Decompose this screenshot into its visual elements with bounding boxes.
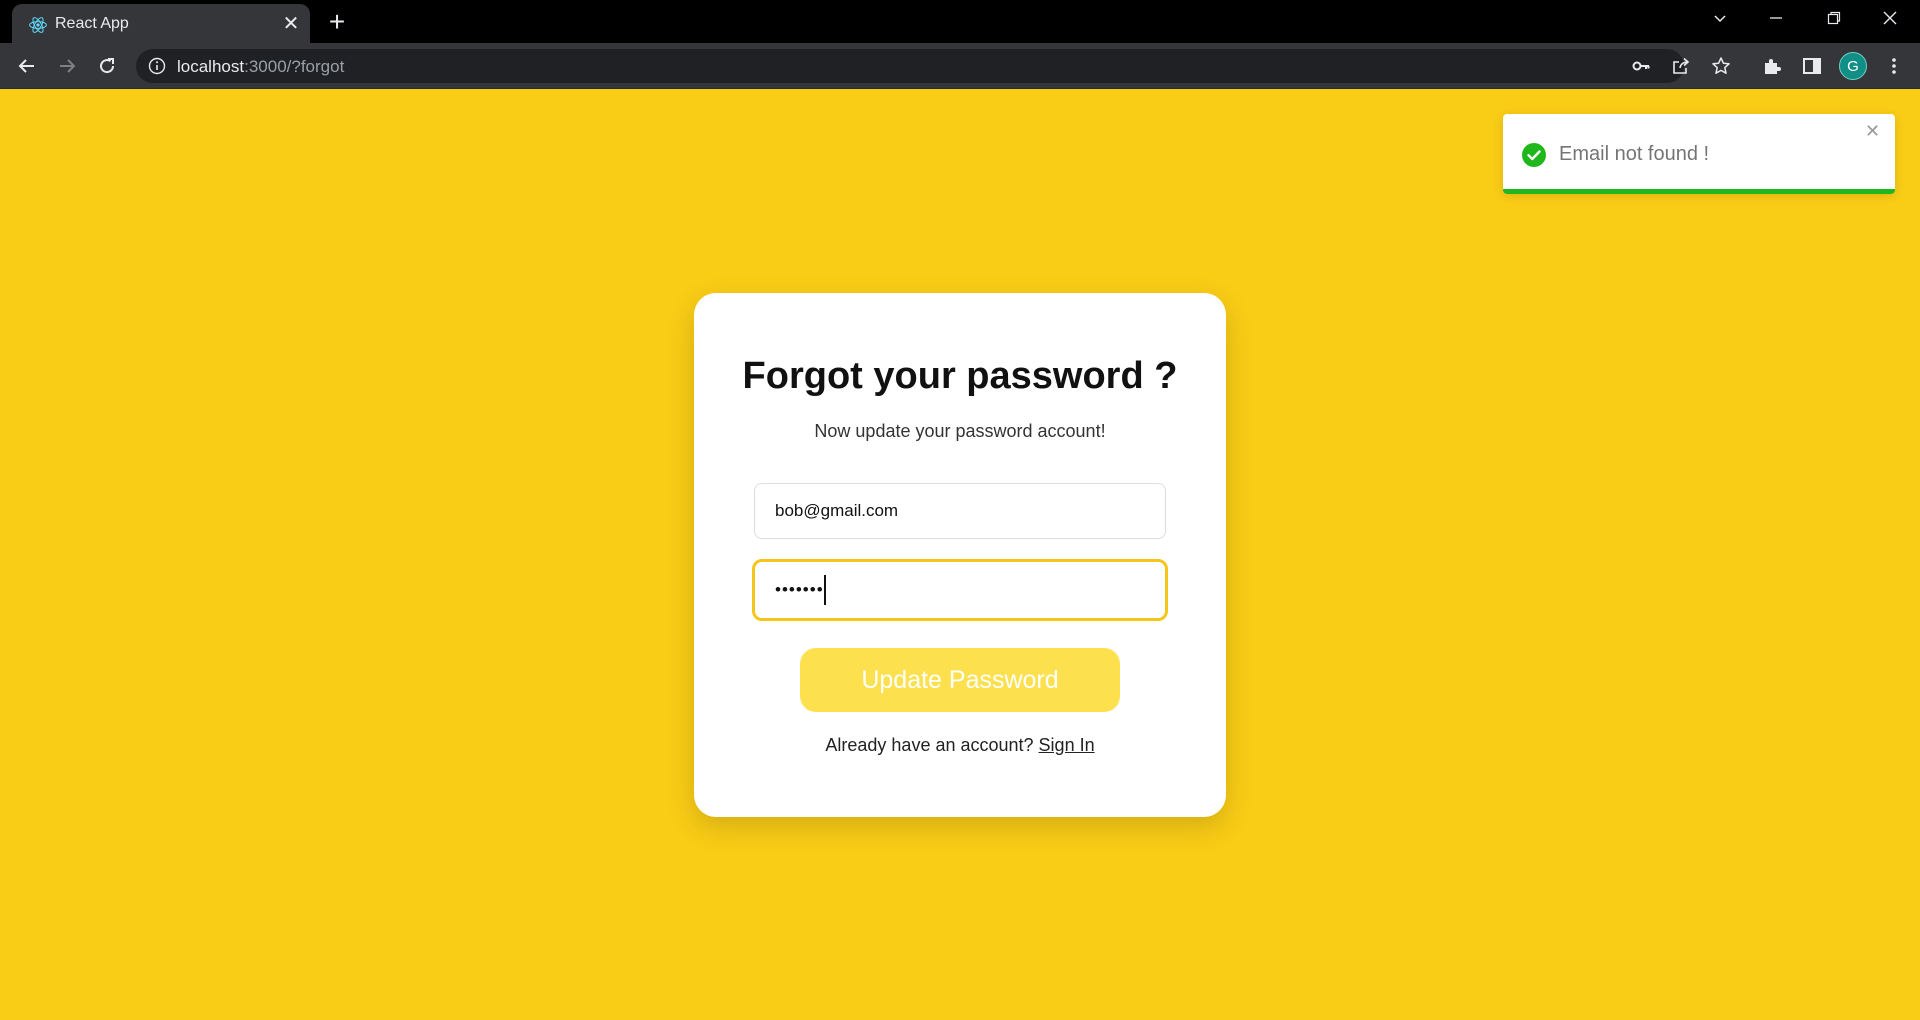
update-password-button[interactable]: Update Password	[800, 648, 1120, 712]
text-cursor	[824, 575, 826, 605]
tab-title: React App	[55, 15, 129, 32]
browser-toolbar: localhost:3000/?forgot G	[0, 43, 1920, 89]
new-tab-icon[interactable]: +	[324, 8, 350, 36]
signin-prompt-text: Already have an account?	[825, 735, 1039, 755]
bookmark-star-icon[interactable]	[1710, 55, 1732, 77]
toast-notification: Email not found ! ✕	[1503, 114, 1895, 194]
extensions-puzzle-icon[interactable]	[1756, 50, 1788, 82]
url-host: localhost	[177, 57, 245, 76]
email-field[interactable]	[754, 483, 1166, 539]
sign-in-link[interactable]: Sign In	[1039, 735, 1095, 755]
page-title: Forgot your password ?	[742, 355, 1178, 397]
side-panel-icon[interactable]	[1796, 50, 1828, 82]
password-key-icon[interactable]	[1630, 55, 1652, 77]
browser-tab[interactable]: React App ✕	[12, 4, 310, 43]
share-icon[interactable]	[1670, 55, 1692, 77]
tab-close-icon[interactable]: ✕	[280, 13, 302, 35]
password-field[interactable]	[752, 559, 1168, 621]
reload-icon[interactable]	[91, 50, 123, 82]
success-check-icon	[1522, 143, 1546, 167]
tab-search-icon[interactable]	[1692, 0, 1748, 38]
minimize-icon[interactable]	[1748, 0, 1804, 38]
more-menu-icon[interactable]	[1878, 50, 1910, 82]
restore-icon[interactable]	[1806, 0, 1862, 38]
browser-tab-strip: React App ✕ +	[0, 0, 1920, 43]
url-path: :3000/?forgot	[244, 57, 345, 76]
site-info-icon[interactable]	[148, 57, 166, 75]
back-arrow-icon[interactable]	[11, 50, 43, 82]
signin-prompt: Already have an account? Sign In	[694, 735, 1226, 756]
forward-arrow-icon[interactable]	[51, 50, 83, 82]
toast-message: Email not found !	[1559, 143, 1710, 165]
page-subtitle: Now update your password account!	[814, 421, 1106, 441]
react-logo-icon	[29, 17, 47, 33]
address-bar[interactable]: localhost:3000/?forgot	[136, 49, 1730, 83]
profile-avatar[interactable]: G	[1839, 52, 1867, 80]
toast-close-icon[interactable]: ✕	[1865, 122, 1880, 140]
url-text: localhost:3000/?forgot	[177, 57, 344, 77]
close-window-icon[interactable]	[1862, 0, 1918, 38]
forgot-password-card: Forgot your password ? Now update your p…	[694, 293, 1226, 817]
toast-progress-bar	[1503, 189, 1895, 194]
